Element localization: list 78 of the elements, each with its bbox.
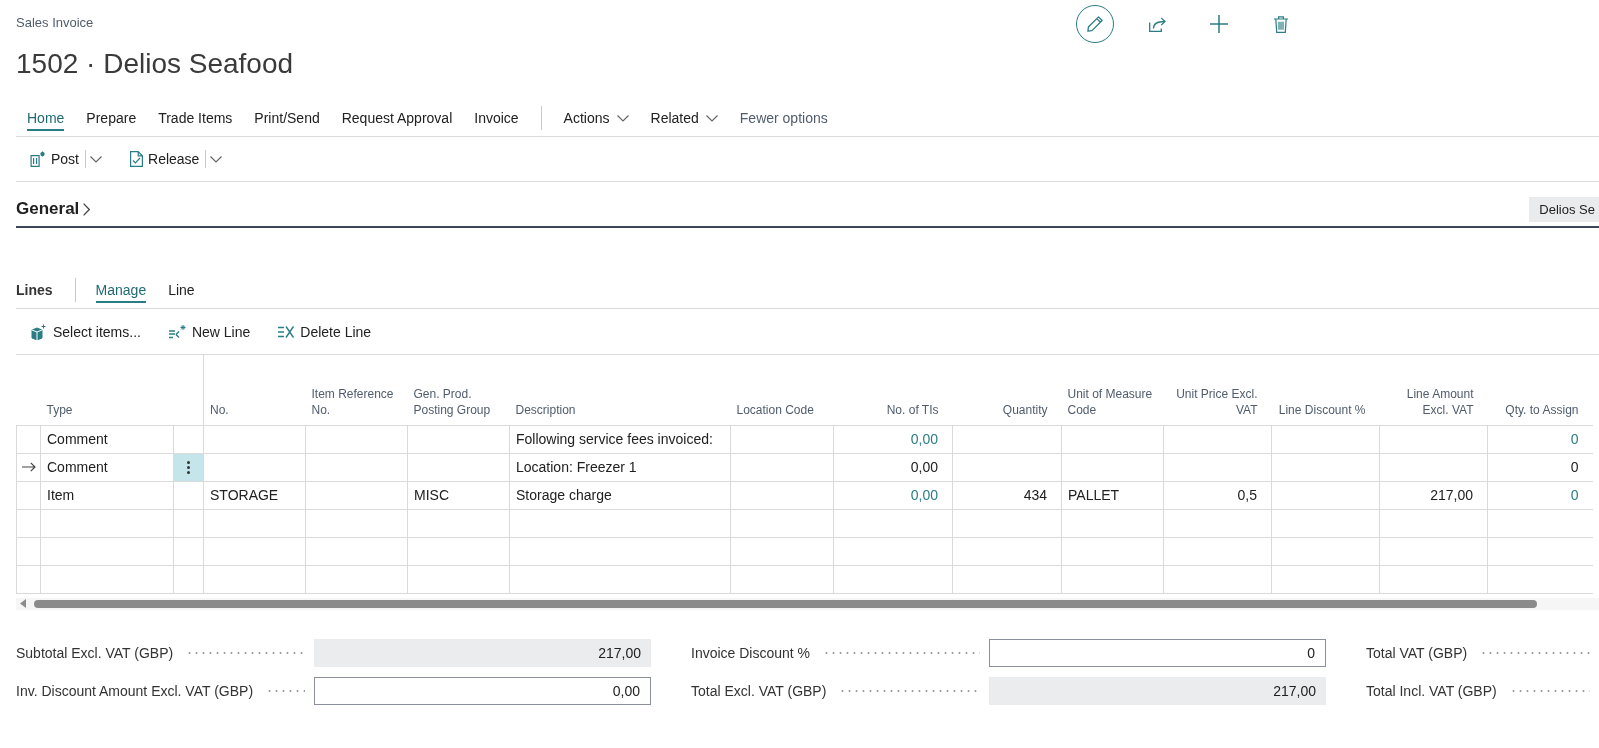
action-tab[interactable]: Trade Items <box>158 105 233 131</box>
table-cell: 0,5 <box>1163 481 1272 509</box>
field-label: Subtotal Excl. VAT (GBP) <box>16 644 174 661</box>
amount-input[interactable]: 0 <box>989 638 1326 667</box>
share-icon <box>1148 16 1166 32</box>
lines-x-icon <box>278 325 295 338</box>
menu-button[interactable]: Related <box>650 106 718 130</box>
chevron-down-icon <box>210 155 223 163</box>
column-header[interactable]: Location Code <box>730 355 834 425</box>
more-vertical-icon <box>187 460 190 474</box>
toolbar-button[interactable]: Post <box>24 147 85 171</box>
column-header[interactable]: Item Reference No. <box>305 355 408 425</box>
toolbar-button[interactable]: New Line <box>163 319 256 344</box>
action-tab[interactable]: Home <box>27 105 65 131</box>
table-cell: 0,00 <box>833 481 953 509</box>
table-cell: PALLET <box>1061 481 1164 509</box>
row-actions-button[interactable] <box>174 453 203 481</box>
amount-readonly-field: 217,00 <box>989 676 1326 705</box>
section-title: Lines <box>16 282 53 298</box>
column-header[interactable]: Gen. Prod. Posting Group <box>407 355 510 425</box>
chevron-down-icon <box>90 155 102 163</box>
field-label: Total Incl. VAT (GBP) <box>1366 682 1497 699</box>
table-cell: Storage charge <box>509 481 731 509</box>
menu-button[interactable]: Actions <box>563 106 629 130</box>
fewer-options-link[interactable]: Fewer options <box>739 106 828 130</box>
page-type-label: Sales Invoice <box>16 14 94 32</box>
toolbar-button[interactable]: Release <box>124 147 206 171</box>
column-header[interactable]: Type <box>40 355 174 425</box>
column-header[interactable]: No. <box>203 355 306 425</box>
column-header[interactable]: Line Discount % <box>1271 355 1380 425</box>
trash-icon <box>1274 15 1288 33</box>
table-cell: STORAGE <box>203 481 306 509</box>
table-cell: 217,00 <box>1379 481 1488 509</box>
document-check-icon <box>130 151 143 167</box>
action-tab[interactable]: Invoice <box>474 105 519 131</box>
table-cell: Following service fees invoiced: <box>509 425 731 453</box>
summary-field: Delios Se <box>1529 197 1599 222</box>
scroll-left-icon[interactable] <box>20 599 26 608</box>
chevron-down-icon <box>616 114 629 122</box>
table-cell: Item <box>40 481 174 509</box>
column-header[interactable]: Quantity <box>952 355 1062 425</box>
table-cell: 434 <box>952 481 1062 509</box>
pencil-icon <box>1087 16 1103 32</box>
horizontal-scrollbar[interactable] <box>16 597 1599 610</box>
column-header[interactable]: Qty. to Assign <box>1487 355 1593 425</box>
page-title: 1502 · Delios Seafood <box>16 47 294 81</box>
scrollbar-thumb[interactable] <box>34 599 1537 608</box>
table-cell: Comment <box>40 453 174 481</box>
field-label: Total VAT (GBP) <box>1366 644 1468 661</box>
action-tab[interactable]: Prepare <box>86 105 137 131</box>
action-tab[interactable]: Request Approval <box>341 105 453 131</box>
section-tab[interactable]: Line <box>168 277 195 303</box>
column-header[interactable]: Line Amount Excl. VAT <box>1379 355 1488 425</box>
table-cell: Comment <box>40 425 174 453</box>
table-cell: 0 <box>1487 425 1593 453</box>
document-sparkle-icon <box>30 151 46 167</box>
section-tab[interactable]: Manage <box>95 277 147 303</box>
table-cell: MISC <box>407 481 510 509</box>
amount-readonly-field: 217,00 <box>314 638 651 667</box>
column-header[interactable]: Description <box>509 355 731 425</box>
chevron-down-icon <box>705 114 718 122</box>
field-label: Invoice Discount % <box>691 644 811 661</box>
lines-sparkle-icon <box>168 324 186 339</box>
box-sparkle-icon <box>31 323 47 340</box>
table-cell: 0,00 <box>833 425 953 453</box>
toolbar-button[interactable]: Delete Line <box>273 319 377 344</box>
field-label: Inv. Discount Amount Excl. VAT (GBP) <box>16 682 254 699</box>
table-cell: 0,00 <box>833 453 953 481</box>
column-header[interactable]: Unit Price Excl. VAT <box>1163 355 1272 425</box>
column-header[interactable]: Unit of Measure Code <box>1061 355 1164 425</box>
column-header[interactable]: No. of TIs <box>833 355 953 425</box>
plus-icon <box>1210 15 1228 33</box>
section-toggle[interactable]: General <box>16 198 91 220</box>
action-tab[interactable]: Print/Send <box>254 105 320 131</box>
amount-input[interactable]: 0,00 <box>314 676 651 705</box>
field-label: Total Excl. VAT (GBP) <box>691 682 827 699</box>
table-cell: Location: Freezer 1 <box>509 453 731 481</box>
toolbar-button[interactable]: Select items... <box>26 319 146 344</box>
